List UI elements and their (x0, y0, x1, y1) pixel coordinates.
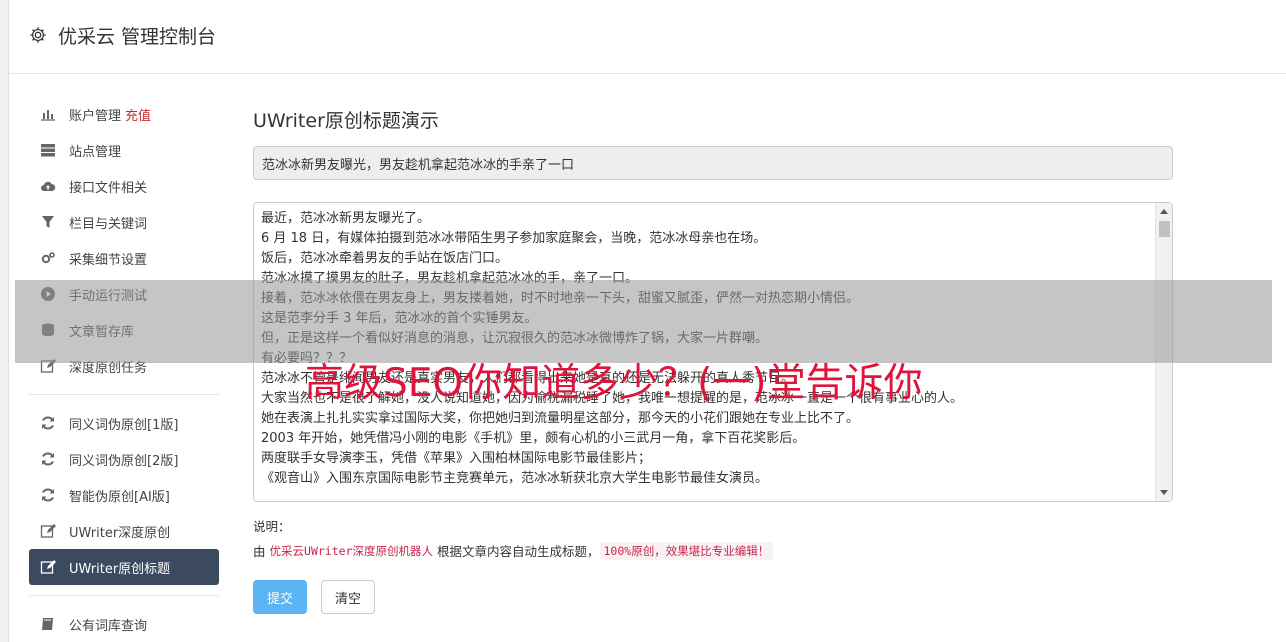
sidebar: 账户管理充值站点管理接口文件相关栏目与关键词采集细节设置手动运行测试文章暂存库深… (29, 96, 219, 642)
sidebar-item[interactable]: 智能伪原创[AI版] (29, 477, 219, 513)
sidebar-item-label: 同义词伪原创[1版] (69, 417, 179, 433)
filter-icon (39, 213, 57, 231)
article-line: 2003 年开始，她凭借冯小刚的电影《手机》里，颇有心机的小三武月一角，拿下百花… (261, 431, 806, 446)
sidebar-item-label: 公有词库查询 (69, 618, 148, 634)
nav-divider (29, 595, 219, 596)
sidebar-item-label: 智能伪原创[AI版] (69, 489, 170, 505)
article-line: 《观音山》入围东京国际电影节主竞赛单元，范冰冰斩获北京大学生电影节最佳女演员。 (261, 471, 769, 486)
sidebar-item-label: UWriter原创标题 (69, 561, 171, 577)
sidebar-item-label: UWriter深度原创 (69, 525, 171, 541)
article-line: 饭后，范冰冰牵着男友的手站在饭店门口。 (261, 251, 509, 266)
clear-button[interactable]: 清空 (321, 580, 375, 614)
note-text: 由 优采云UWriter深度原创机器人 根据文章内容自动生成标题， 100%原创… (253, 541, 1173, 560)
watermark-text: 高级SEO你知道多少？(一)堂告诉你 (305, 361, 923, 406)
brand[interactable]: 优采云 管理控制台 (29, 22, 216, 49)
edit-icon (39, 558, 57, 576)
note-label: 说明： (253, 519, 291, 534)
nav-divider (29, 394, 219, 395)
article-line: 6 月 18 日，有媒体拍摄到范冰冰带陌生男子参加家庭聚会，当晚，范冰冰母亲也在… (261, 231, 767, 246)
sidebar-item-label: 接口文件相关 (69, 180, 148, 196)
recharge-link[interactable]: 充值 (125, 105, 151, 124)
edit-icon (39, 522, 57, 540)
title-field[interactable]: 范冰冰新男友曝光，男友趁机拿起范冰冰的手亲了一口 (253, 146, 1173, 180)
cogs-icon (39, 249, 57, 267)
submit-button[interactable]: 提交 (253, 580, 307, 614)
top-bar: 优采云 管理控制台 (9, 0, 1286, 74)
sidebar-item-label: 站点管理 (69, 144, 122, 160)
sidebar-item[interactable]: 站点管理 (29, 132, 219, 168)
book-icon (39, 615, 57, 633)
article-line: 最近，范冰冰新男友曝光了。 (261, 211, 431, 226)
cloud-upload-icon (39, 177, 57, 195)
gear-icon (29, 26, 49, 46)
refresh-icon (39, 414, 57, 432)
scroll-up-arrow-icon[interactable] (1160, 209, 1168, 214)
refresh-icon (39, 486, 57, 504)
article-line: 她在表演上扎扎实实拿过国际大奖，你把她归到流量明星这部分，那今天的小花们跟她在专… (261, 411, 860, 426)
note-prefix: 由 (253, 544, 266, 559)
app-title: 优采云 管理控制台 (58, 26, 217, 48)
refresh-icon (39, 450, 57, 468)
sidebar-item[interactable]: 接口文件相关 (29, 168, 219, 204)
article-line: 两度联手女导演李玉，凭借《苹果》入围柏林国际电影节最佳影片； (261, 451, 652, 466)
sidebar-item[interactable]: UWriter深度原创 (29, 513, 219, 549)
page-title: UWriter原创标题演示 (253, 110, 439, 132)
sidebar-item-label: 栏目与关键词 (69, 216, 148, 232)
sidebar-item[interactable]: 公有词库查询 (29, 606, 219, 642)
sidebar-item[interactable]: UWriter原创标题 (29, 549, 219, 585)
sidebar-item[interactable]: 采集细节设置 (29, 240, 219, 276)
note-middle: 根据文章内容自动生成标题， (436, 544, 600, 559)
sidebar-item[interactable]: 同义词伪原创[1版] (29, 405, 219, 441)
bar-chart-icon (39, 105, 57, 123)
sidebar-item[interactable]: 栏目与关键词 (29, 204, 219, 240)
scroll-thumb[interactable] (1159, 221, 1170, 237)
sidebar-item-label: 账户管理 (69, 108, 122, 124)
button-row: 提交 清空 (253, 580, 1173, 614)
sidebar-item[interactable]: 账户管理 充值 (29, 96, 219, 132)
sidebar-item[interactable]: 同义词伪原创[2版] (29, 441, 219, 477)
watermark-band (15, 280, 1272, 363)
note-code-robot: 优采云UWriter深度原创机器人 (269, 543, 433, 558)
sidebar-item-label: 同义词伪原创[2版] (69, 453, 179, 469)
note-code-original: 100%原创，效果堪比专业编辑！ (599, 541, 774, 560)
scroll-down-arrow-icon[interactable] (1160, 490, 1168, 495)
sidebar-item-label: 采集细节设置 (69, 252, 148, 268)
server-icon (39, 141, 57, 159)
